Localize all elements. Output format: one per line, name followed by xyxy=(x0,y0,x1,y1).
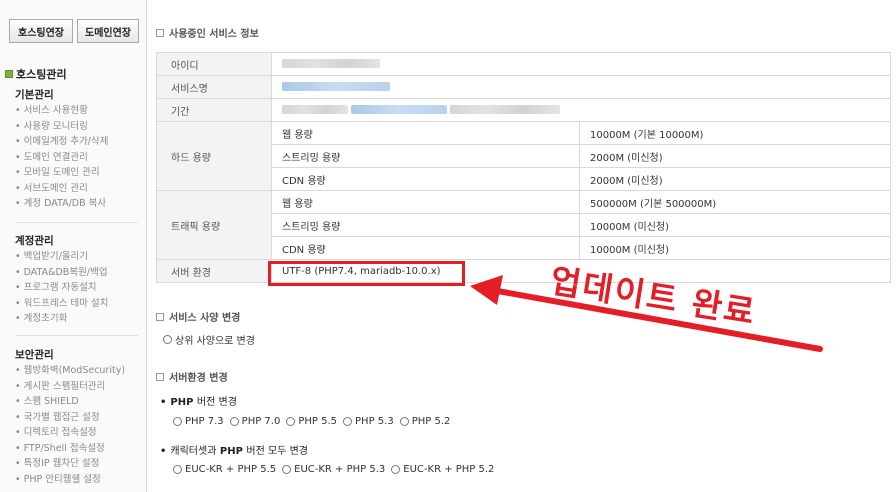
radio-button[interactable] xyxy=(343,417,353,426)
section-marker-icon xyxy=(156,312,164,321)
radio-option[interactable]: EUC-KR + PHP 5.2 xyxy=(391,464,494,475)
radio-button[interactable] xyxy=(391,465,401,474)
php-version-options: PHP 7.3 PHP 7.0 PHP 5.5 PHP 5.3 PHP 5.2 xyxy=(173,416,450,427)
radio-button[interactable] xyxy=(399,417,409,426)
spec-change-heading: 서비스 사양 변경 xyxy=(156,309,240,324)
radio-button[interactable] xyxy=(286,417,296,426)
radio-option[interactable]: PHP 5.3 xyxy=(343,416,394,427)
radio-option[interactable]: PHP 5.5 xyxy=(286,416,337,427)
radio-option[interactable]: EUC-KR + PHP 5.5 xyxy=(173,464,276,475)
radio-option[interactable]: PHP 7.0 xyxy=(229,416,280,427)
env-change-heading: 서버환경 변경 xyxy=(156,369,228,384)
radio-button[interactable] xyxy=(173,417,182,426)
radio-option[interactable]: PHP 7.3 xyxy=(173,416,224,427)
charset-options: EUC-KR + PHP 5.5 EUC-KR + PHP 5.3 EUC-KR +… xyxy=(173,464,494,475)
section-marker-icon xyxy=(156,372,164,381)
upgrade-option[interactable]: 상위 사양으로 변경 xyxy=(163,332,255,347)
radio-option[interactable]: EUC-KR + PHP 5.3 xyxy=(282,464,385,475)
radio-button[interactable] xyxy=(229,417,239,426)
php-version-title: • PHP 버전 변경 xyxy=(160,397,237,408)
radio-button[interactable] xyxy=(173,465,182,474)
charset-version-title: • 캐릭터셋과 PHP 버전 모두 변경 xyxy=(160,446,308,457)
radio-button[interactable] xyxy=(282,465,292,474)
radio-option[interactable]: PHP 5.2 xyxy=(399,416,450,427)
radio-button[interactable] xyxy=(163,335,172,344)
